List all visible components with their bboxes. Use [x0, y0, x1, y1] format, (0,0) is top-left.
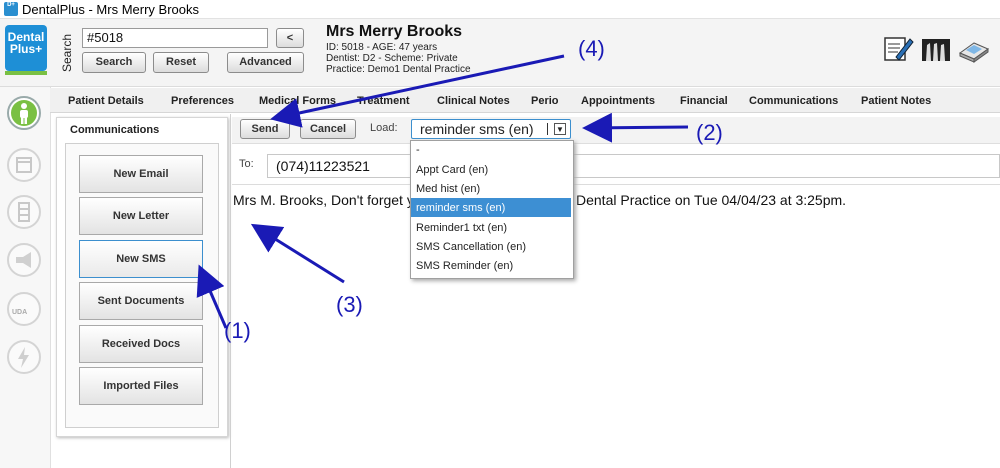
- annotation-arrow-3: [250, 223, 345, 284]
- annotation-label-2: (2): [696, 120, 723, 145]
- annotation-label-3: (3): [336, 292, 363, 317]
- annotation-arrow-4: [270, 54, 565, 128]
- annotation-label-4: (4): [578, 36, 605, 61]
- annotation-arrows: [196, 54, 689, 329]
- annotation-label-1: (1): [224, 318, 251, 343]
- annotation-arrow-2: [582, 112, 689, 143]
- annotation-arrow-1: [196, 264, 228, 329]
